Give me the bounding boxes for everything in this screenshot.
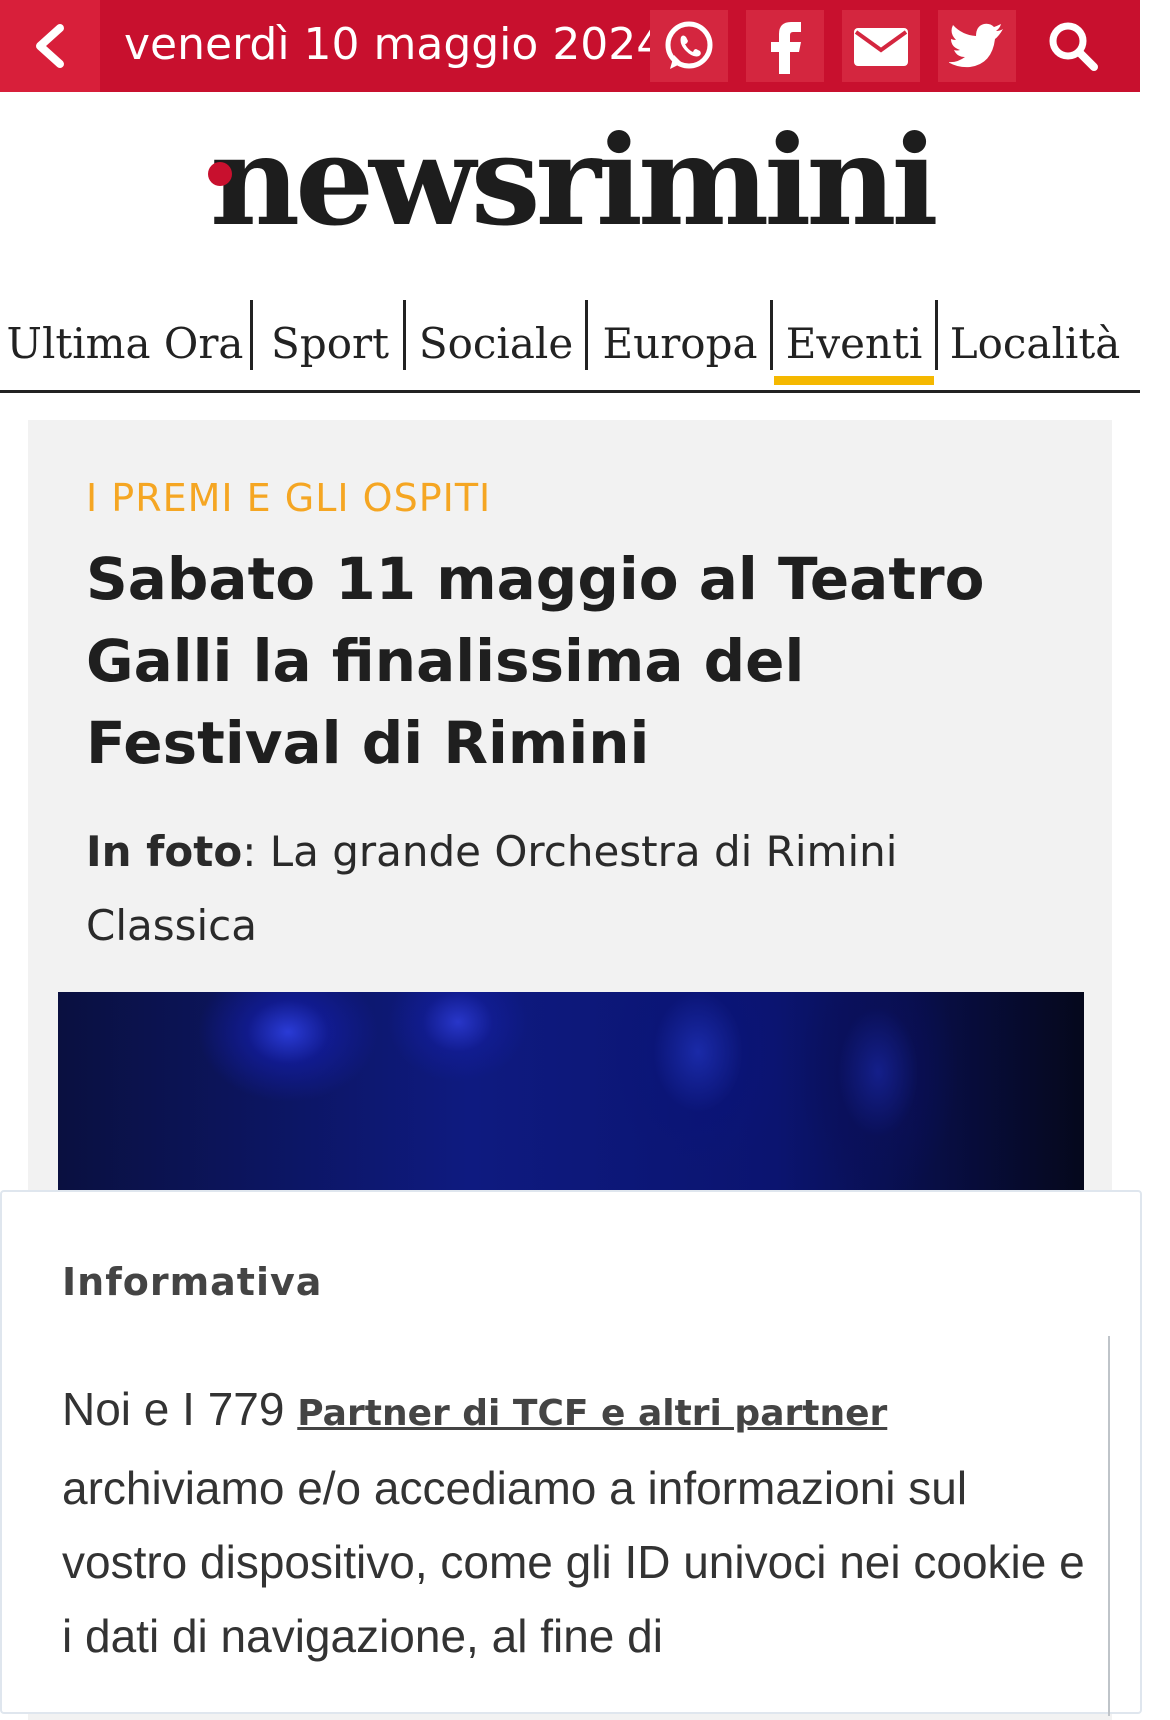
- facebook-share-button[interactable]: [746, 10, 824, 82]
- nav-divider: [585, 300, 588, 370]
- facebook-icon: [771, 22, 801, 74]
- nav-item-localita[interactable]: Località: [940, 296, 1130, 390]
- caption-label: In foto: [86, 827, 243, 876]
- consent-text-prefix: Noi e I 779: [62, 1383, 298, 1435]
- partners-link[interactable]: Partner di TCF e altri partner: [297, 1393, 887, 1434]
- chevron-left-icon: [36, 24, 64, 68]
- article-kicker: I PREMI E GLI OSPITI: [86, 476, 492, 520]
- photo-caption: In foto: La grande Orchestra di Rimini C…: [86, 815, 1046, 963]
- consent-scrollbar[interactable]: [1108, 1336, 1110, 1716]
- nav-item-ultima-ora[interactable]: Ultima Ora: [7, 296, 244, 390]
- nav-divider: [250, 300, 253, 370]
- consent-text: Noi e I 779 Partner di TCF e altri partn…: [62, 1372, 1092, 1673]
- main-nav: Ultima Ora Sport Sociale Europa Eventi L…: [0, 296, 1140, 393]
- site-logo[interactable]: newsrimini: [200, 112, 940, 252]
- nav-divider: [770, 300, 773, 370]
- email-share-button[interactable]: [842, 10, 920, 82]
- search-icon: [1049, 22, 1098, 71]
- nav-item-europa[interactable]: Europa: [590, 296, 770, 390]
- logo-dot: [208, 162, 232, 186]
- consent-title: Informativa: [62, 1260, 323, 1304]
- whatsapp-icon: [665, 21, 713, 69]
- nav-item-sport[interactable]: Sport: [255, 296, 405, 390]
- article-headline[interactable]: Sabato 11 maggio al Teatro Galli la fina…: [86, 538, 1046, 784]
- nav-item-sociale[interactable]: Sociale: [406, 296, 586, 390]
- nav-divider: [935, 300, 938, 370]
- twitter-share-button[interactable]: [938, 10, 1016, 82]
- back-button[interactable]: [0, 0, 100, 92]
- consent-text-suffix: archiviamo e/o accediamo a informazioni …: [62, 1462, 1085, 1662]
- search-button[interactable]: [1034, 10, 1112, 82]
- top-bar: venerdì 10 maggio 2024: [0, 0, 1140, 92]
- article-photo[interactable]: [58, 992, 1084, 1202]
- mail-icon: [854, 28, 908, 66]
- current-date: venerdì 10 maggio 2024: [124, 19, 665, 70]
- whatsapp-share-button[interactable]: [650, 10, 728, 82]
- nav-active-indicator: [774, 376, 934, 385]
- twitter-icon: [949, 23, 1003, 68]
- consent-dialog: Informativa Noi e I 779 Partner di TCF e…: [0, 1190, 1142, 1716]
- logo-wordmark: newsrimini: [210, 109, 939, 254]
